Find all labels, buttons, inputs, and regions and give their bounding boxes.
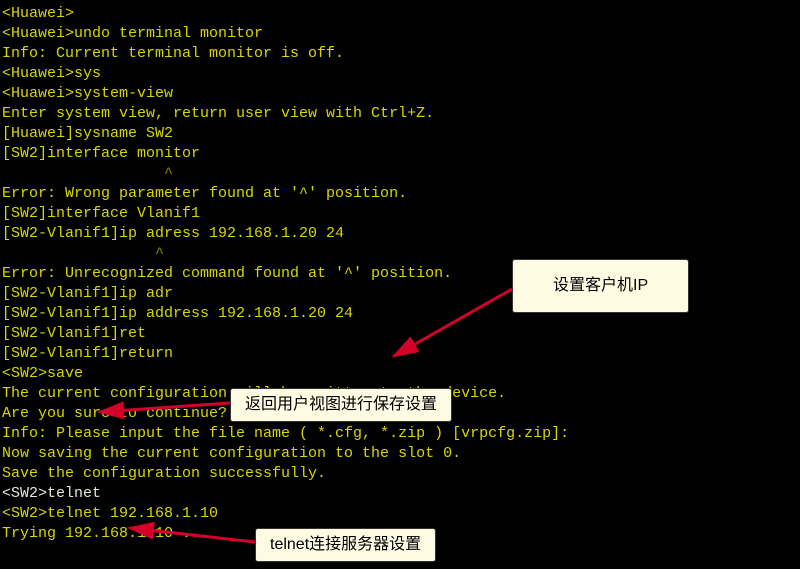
terminal-line: [Huawei]sysname SW2 <box>2 124 569 144</box>
terminal-line: Info: Current terminal monitor is off. <box>2 44 569 64</box>
terminal-line: <Huawei> <box>2 4 569 24</box>
terminal-line: <Huawei>sys <box>2 64 569 84</box>
terminal-line: <Huawei>system-view <box>2 84 569 104</box>
terminal-line: [SW2-Vlanif1]return <box>2 344 569 364</box>
terminal-output[interactable]: <Huawei><Huawei>undo terminal monitorInf… <box>2 4 569 544</box>
terminal-line: ^ <box>2 244 569 264</box>
callout-telnet-connect: telnet连接服务器设置 <box>255 528 436 562</box>
terminal-line: [SW2]interface Vlanif1 <box>2 204 569 224</box>
terminal-line: [SW2-Vlanif1]ip address 192.168.1.20 24 <box>2 304 569 324</box>
terminal-line: <SW2>telnet 192.168.1.10 <box>2 504 569 524</box>
terminal-line: [SW2]interface monitor <box>2 144 569 164</box>
terminal-line: [SW2-Vlanif1]ip adr <box>2 284 569 304</box>
callout-set-client-ip: 设置客户机IP <box>512 259 689 313</box>
terminal-line: <SW2>telnet <box>2 484 569 504</box>
terminal-line: Enter system view, return user view with… <box>2 104 569 124</box>
terminal-line: Save the configuration successfully. <box>2 464 569 484</box>
terminal-line: Now saving the current configuration to … <box>2 444 569 464</box>
terminal-line: Error: Unrecognized command found at '^'… <box>2 264 569 284</box>
terminal-line: Info: Please input the file name ( *.cfg… <box>2 424 569 444</box>
terminal-line: <Huawei>undo terminal monitor <box>2 24 569 44</box>
terminal-line: <SW2>save <box>2 364 569 384</box>
terminal-line: [SW2-Vlanif1]ret <box>2 324 569 344</box>
terminal-line: Error: Wrong parameter found at '^' posi… <box>2 184 569 204</box>
callout-return-save: 返回用户视图进行保存设置 <box>230 388 452 422</box>
terminal-line: ^ <box>2 164 569 184</box>
terminal-line: [SW2-Vlanif1]ip adress 192.168.1.20 24 <box>2 224 569 244</box>
